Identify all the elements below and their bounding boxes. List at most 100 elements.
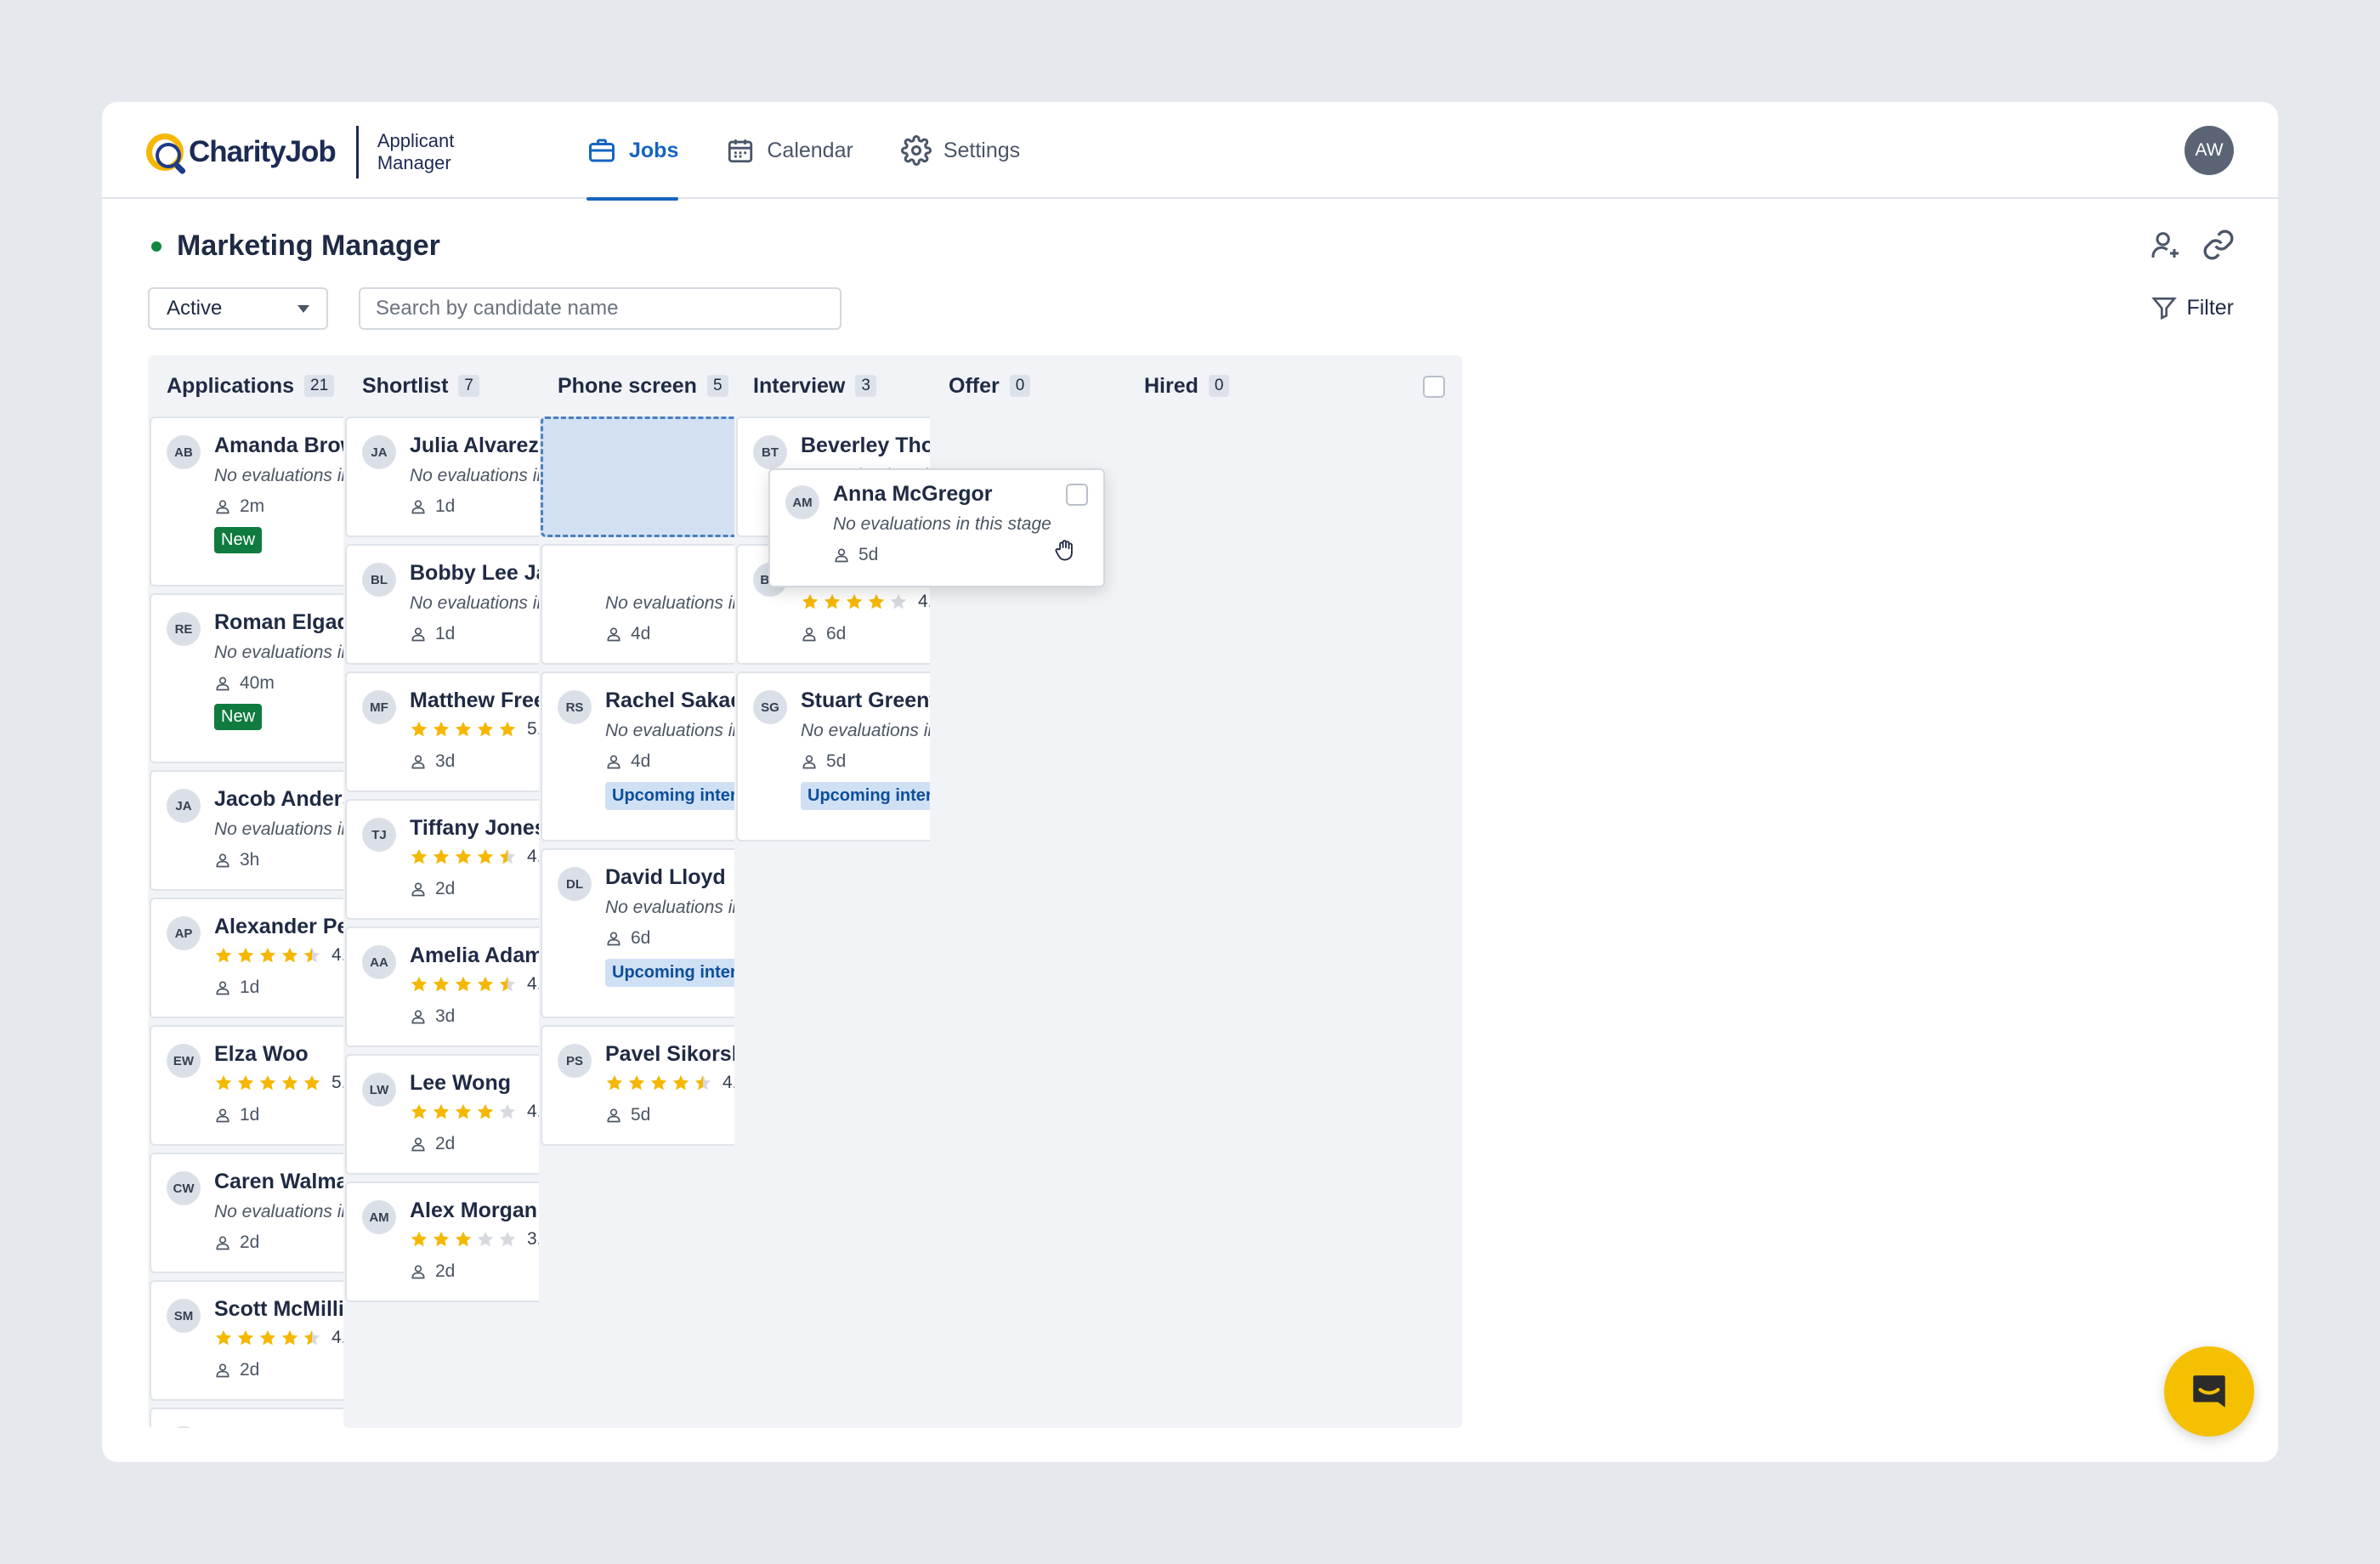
star-icon [237, 947, 254, 963]
avatar: SM [167, 1299, 201, 1333]
avatar: SG [753, 690, 787, 724]
applied-ago-text: 5d [858, 545, 879, 564]
applied-ago-text: 6d [826, 624, 847, 643]
filter-label: Filter [2186, 295, 2234, 320]
avatar: RE [167, 612, 201, 646]
applied-ago-text: 2d [435, 1134, 456, 1153]
status-select[interactable]: Active [148, 287, 328, 330]
chat-icon [2193, 1375, 2225, 1408]
nav-settings[interactable]: Settings [900, 102, 1021, 199]
job-title-row: Marketing Manager [151, 230, 440, 263]
copy-link-button[interactable] [2202, 228, 2236, 266]
avatar: RS [558, 690, 592, 724]
applied-ago: 5d [801, 751, 846, 772]
candidate-name[interactable]: Jessica Waren [214, 1425, 361, 1428]
candidate-name[interactable]: Pavel Sikorski [605, 1042, 750, 1067]
new-badge: New [214, 527, 263, 553]
applied-ago-text: 2d [435, 879, 456, 898]
page-title: Marketing Manager [177, 230, 440, 262]
candidate-search-input[interactable] [359, 287, 842, 330]
product-name: Applicant Manager [377, 130, 455, 173]
applied-ago-text: 2d [435, 1261, 456, 1281]
applied-ago: 40m [214, 673, 275, 694]
applied-ago-text: 1d [240, 1105, 260, 1125]
star-icon [259, 1074, 276, 1091]
star-icon [281, 1074, 298, 1091]
nav-settings-label: Settings [943, 138, 1021, 162]
applied-ago-text: 5d [631, 1105, 651, 1125]
applied-ago-text: 40m [240, 673, 275, 693]
person-icon [216, 1108, 230, 1123]
star-icon [455, 1103, 472, 1119]
candidate-name[interactable]: Alex Morgan [410, 1198, 537, 1223]
candidate-name[interactable]: Amelia Adams [410, 944, 555, 968]
candidate-name: Anna McGregor [833, 482, 993, 506]
nav-calendar[interactable]: Calendar [726, 102, 853, 199]
column-hired: Hired 0 [1125, 355, 1462, 1428]
avatar: JA [167, 789, 201, 823]
avatar: BL [362, 563, 396, 597]
star-icon [477, 721, 494, 737]
dragging-card[interactable]: AM Anna McGregor No evaluations in this … [768, 468, 1105, 587]
star-icon [215, 947, 232, 963]
user-avatar[interactable]: AW [2184, 126, 2234, 175]
applied-ago: 1d [214, 978, 259, 998]
column-header: Hired 0 [1125, 355, 1462, 416]
add-candidate-button[interactable] [2149, 228, 2183, 266]
applied-ago-text: 1d [240, 978, 260, 997]
column-title: Shortlist [362, 373, 449, 398]
star-icon [215, 1074, 232, 1091]
star-icon [433, 848, 450, 864]
person-icon [411, 1010, 425, 1024]
star-icon [499, 976, 516, 992]
candidate-name[interactable]: David Lloyd [605, 865, 726, 890]
chat-launcher-button[interactable] [2164, 1346, 2254, 1436]
new-badge: New [214, 704, 263, 730]
star-icon [455, 1231, 472, 1247]
person-icon [216, 1363, 230, 1378]
person-icon [802, 755, 816, 769]
star-icon [455, 848, 472, 864]
applied-ago: 2d [214, 1360, 259, 1380]
person-icon [216, 677, 230, 691]
avatar: BT [753, 435, 787, 469]
person-icon [216, 981, 230, 995]
charityjob-logo[interactable]: CharityJob Applicant Manager [146, 126, 471, 178]
candidate-name[interactable]: Roman Elgado [214, 610, 363, 635]
star-icon [411, 1103, 428, 1119]
avatar: LW [362, 1073, 396, 1107]
avatar: PS [558, 1044, 592, 1078]
person-icon [607, 627, 620, 642]
candidate-name[interactable]: Elza Woo [214, 1042, 309, 1067]
avatar: MF [362, 690, 396, 724]
person-icon [607, 755, 620, 769]
person-icon [607, 932, 620, 946]
star-icon [477, 976, 494, 992]
card-checkbox[interactable] [1066, 484, 1088, 506]
star-icon [237, 1329, 254, 1346]
star-icon [455, 721, 472, 737]
applied-ago-text: 2m [240, 496, 265, 516]
avatar: JW [167, 1426, 201, 1428]
star-icon [433, 976, 450, 992]
applied-ago-text: 2d [240, 1232, 260, 1252]
candidate-name[interactable]: Lee Wong [410, 1071, 511, 1096]
status-select-value: Active [167, 297, 223, 320]
applied-ago: 2d [410, 1134, 455, 1154]
candidate-name[interactable]: Caren Walmart [214, 1170, 364, 1194]
star-icon [628, 1074, 645, 1091]
applied-ago-text: 6d [631, 928, 651, 948]
column-count-badge: 7 [458, 375, 479, 397]
column-select-checkbox[interactable] [1423, 376, 1445, 398]
person-icon [835, 548, 848, 563]
nav-jobs[interactable]: Jobs [586, 102, 679, 201]
star-icon [499, 721, 516, 737]
candidate-name[interactable]: Julia Alvarez [410, 434, 539, 458]
link-icon [2203, 230, 2234, 260]
filter-button[interactable]: Filter [2150, 294, 2234, 321]
logo-divider [355, 126, 359, 178]
star-icon [433, 1103, 450, 1119]
avatar: AB [167, 435, 201, 469]
candidate-name[interactable]: Tiffany Jones [410, 816, 547, 841]
kanban-board: Applications 21 AB Amanda Brown No evaluatio… [148, 355, 2234, 1428]
